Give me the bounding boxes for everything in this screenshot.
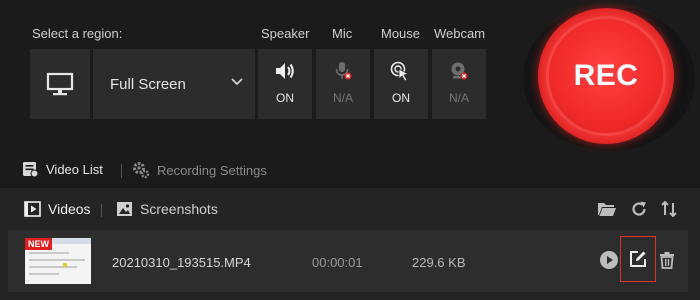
edit-button[interactable] (620, 236, 656, 282)
recording-duration: 00:00:01 (312, 255, 363, 270)
monitor-icon (46, 72, 74, 96)
subtab-videos[interactable]: Videos (24, 201, 91, 217)
trash-icon[interactable] (659, 251, 675, 269)
rec-label: REC (573, 59, 639, 92)
video-list-icon (23, 162, 39, 178)
mouse-state: ON (392, 91, 410, 105)
refresh-icon[interactable] (630, 200, 648, 218)
mic-label: Mic (332, 26, 353, 41)
rec-button[interactable]: REC (546, 16, 666, 136)
speaker-state: ON (276, 91, 294, 105)
region-label: Select a region: (32, 26, 123, 41)
recording-filename: 20210310_193515.MP4 (112, 255, 251, 270)
film-icon (24, 201, 41, 217)
speaker-toggle[interactable]: ON (258, 49, 312, 119)
mouse-label: Mouse (381, 26, 421, 41)
webcam-toggle[interactable]: N/A (432, 49, 486, 119)
subtab-divider (101, 204, 102, 217)
chevron-down-icon (231, 78, 243, 86)
speaker-label: Speaker (261, 26, 310, 41)
webcam-label: Webcam (434, 26, 486, 41)
mouse-cursor-icon (390, 61, 410, 81)
gear-icon (133, 162, 150, 179)
new-badge: NEW (25, 238, 52, 250)
subtab-videos-label: Videos (48, 201, 91, 217)
region-value: Full Screen (110, 75, 186, 93)
tab-video-list[interactable]: Video List (22, 161, 103, 178)
play-icon[interactable] (599, 250, 619, 270)
recording-size: 229.6 KB (412, 255, 466, 270)
edit-icon (630, 251, 646, 267)
tab-divider (121, 164, 122, 178)
mic-state: N/A (332, 91, 353, 105)
tab-video-list-label: Video List (46, 162, 103, 177)
webcam-icon (451, 62, 468, 80)
sort-icon[interactable] (660, 200, 678, 218)
monitor-button[interactable] (30, 49, 90, 119)
speaker-icon (276, 63, 294, 79)
subtab-screenshots-label: Screenshots (140, 201, 218, 217)
tab-recording-settings-label: Recording Settings (157, 162, 267, 178)
region-dropdown[interactable]: Full Screen (93, 49, 255, 119)
folder-icon[interactable] (597, 200, 617, 218)
image-icon (117, 202, 132, 216)
mic-icon (335, 62, 352, 80)
mouse-toggle[interactable]: ON (374, 49, 428, 119)
webcam-state: N/A (448, 91, 469, 105)
mic-toggle[interactable]: N/A (316, 49, 370, 119)
tab-recording-settings[interactable]: Recording Settings (132, 161, 267, 179)
subtab-screenshots[interactable]: Screenshots (116, 201, 218, 217)
